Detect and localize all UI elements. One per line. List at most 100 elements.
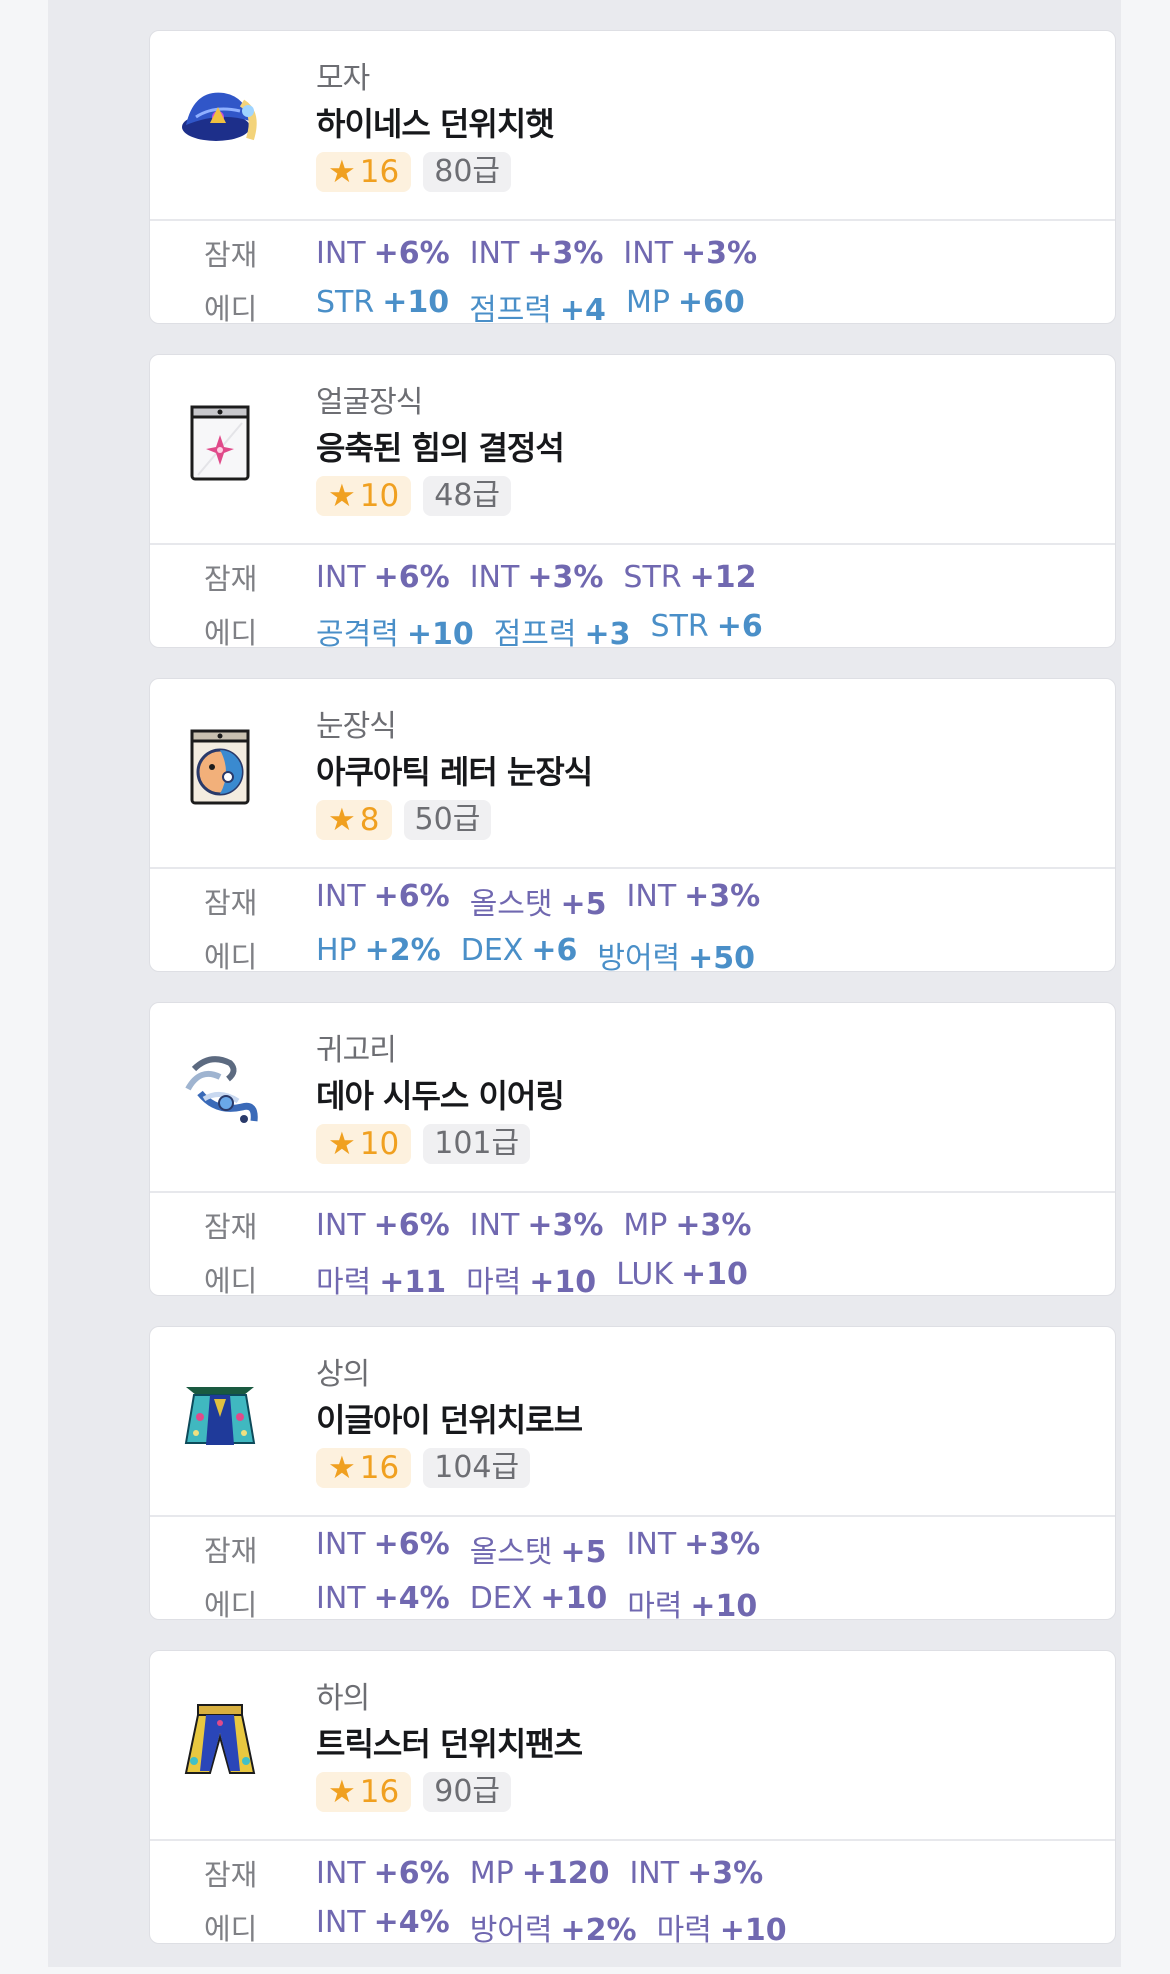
potential-label: 잠재: [204, 886, 258, 920]
earring-icon: [180, 1049, 260, 1133]
starforce-badge: ★ 16: [316, 1448, 412, 1488]
starforce-badge: ★ 16: [316, 1772, 412, 1812]
slot-label: 얼굴장식: [316, 385, 423, 420]
additional-row: 에디 마력 +11 마력 +10 LUK +10: [150, 1257, 1115, 1296]
potential-option: 올스탯 +5: [469, 1535, 607, 1570]
star-count: 8: [359, 802, 380, 838]
equipment-card-face-accessory[interactable]: 얼굴장식 응축된 힘의 결정석 ★ 10 48급 잠재 INT +6% INT +3…: [149, 354, 1116, 648]
potential-label: 잠재: [204, 562, 258, 596]
card-header: 눈장식 아쿠아틱 레터 눈장식 ★ 8 50급: [150, 679, 1115, 869]
level-badge: 101급: [423, 1124, 531, 1164]
potential-label: 잠재: [204, 1858, 258, 1892]
additional-label: 에디: [204, 292, 258, 324]
level-badge: 90급: [423, 1772, 512, 1812]
additional-label: 에디: [204, 1264, 258, 1296]
additional-label: 에디: [204, 1912, 258, 1944]
level-badge: 80급: [423, 152, 512, 192]
potential-option: INT +3%: [626, 879, 761, 914]
additional-option: INT +4%: [316, 1581, 450, 1616]
equipment-card-eye-accessory[interactable]: 눈장식 아쿠아틱 레터 눈장식 ★ 8 50급 잠재 INT +6% 올스탯 +5 …: [149, 678, 1116, 972]
slot-label: 눈장식: [316, 709, 397, 744]
card-header: 하의 트릭스터 던위치팬츠 ★ 16 90급: [150, 1651, 1115, 1841]
star-count: 16: [359, 1774, 400, 1810]
card-header: 얼굴장식 응축된 힘의 결정석 ★ 10 48급: [150, 355, 1115, 545]
additional-option: 방어력 +50: [597, 941, 756, 972]
potential-option: MP +3%: [623, 1207, 752, 1243]
starforce-badge: ★ 16: [316, 152, 412, 192]
equipment-card-bottom[interactable]: 하의 트릭스터 던위치팬츠 ★ 16 90급 잠재 INT +6% MP +120 …: [149, 1650, 1116, 1944]
item-name: 아쿠아틱 레터 눈장식: [316, 753, 593, 791]
starforce-badge: ★ 10: [316, 1124, 412, 1164]
potential-row: 잠재 INT +6% INT +3% INT +3%: [150, 233, 1115, 273]
robe-icon: [180, 1373, 260, 1457]
additional-row: 에디 INT +4% DEX +10 마력 +10: [150, 1581, 1115, 1620]
additional-label: 에디: [204, 1588, 258, 1620]
card-header: 상의 이글아이 던위치로브 ★ 16 104급: [150, 1327, 1115, 1517]
additional-option: 마력 +10: [627, 1589, 758, 1620]
additional-option: STR +6: [650, 609, 763, 644]
additional-option: 점프력 +4: [469, 293, 606, 324]
additional-option: DEX +6: [460, 933, 578, 968]
wizard-hat-icon: [180, 77, 260, 161]
additional-row: 에디 INT +4% 방어력 +2% 마력 +10: [150, 1905, 1115, 1944]
crystal-card-icon: [180, 401, 260, 485]
equipment-card-earring[interactable]: 귀고리 데아 시두스 이어링 ★ 10 101급 잠재 INT +6% INT +3…: [149, 1002, 1116, 1296]
potential-option: INT +6%: [316, 1855, 450, 1891]
potential-label: 잠재: [204, 1534, 258, 1568]
slot-label: 상의: [316, 1357, 370, 1392]
potential-option: INT +6%: [316, 559, 450, 595]
potential-row: 잠재 INT +6% 올스탯 +5 INT +3%: [150, 1527, 1115, 1570]
content-column: 모자 하이네스 던위치햇 ★ 16 80급 잠재 INT +6% INT +3% I…: [48, 0, 1121, 1967]
potential-option: INT +3%: [469, 1207, 604, 1243]
level-badge: 50급: [403, 800, 492, 840]
additional-option: DEX +10: [469, 1581, 608, 1616]
level-badge: 48급: [423, 476, 512, 516]
additional-option: MP +60: [625, 285, 745, 320]
slot-label: 하의: [316, 1681, 370, 1716]
additional-option: 마력 +10: [656, 1913, 787, 1944]
starforce-badge: ★ 10: [316, 476, 412, 516]
additional-option: 방어력 +2%: [469, 1913, 637, 1944]
potential-row: 잠재 INT +6% INT +3% MP +3%: [150, 1205, 1115, 1245]
potential-option: INT +6%: [316, 235, 450, 271]
star-count: 10: [359, 1126, 400, 1162]
slot-label: 귀고리: [316, 1033, 397, 1068]
additional-row: 에디 HP +2% DEX +6 방어력 +50: [150, 933, 1115, 972]
card-header: 귀고리 데아 시두스 이어링 ★ 10 101급: [150, 1003, 1115, 1193]
star-icon: ★: [328, 1450, 356, 1486]
additional-label: 에디: [204, 616, 258, 648]
additional-option: 마력 +11: [316, 1265, 447, 1296]
potential-option: INT +3%: [623, 235, 758, 271]
additional-option: 공격력 +10: [316, 617, 474, 648]
potential-option: INT +3%: [469, 235, 604, 271]
aquatic-letter-icon: [180, 725, 260, 809]
additional-option: STR +10: [316, 285, 450, 320]
potential-option: INT +6%: [316, 1527, 450, 1562]
star-count: 10: [359, 478, 400, 514]
potential-option: INT +3%: [629, 1855, 764, 1891]
item-name: 트릭스터 던위치팬츠: [316, 1725, 583, 1763]
potential-option: MP +120: [469, 1855, 610, 1891]
star-count: 16: [359, 154, 400, 190]
additional-option: LUK +10: [616, 1257, 748, 1292]
star-icon: ★: [328, 802, 356, 838]
potential-label: 잠재: [204, 1210, 258, 1244]
potential-option: INT +3%: [469, 559, 604, 595]
starforce-badge: ★ 8: [316, 800, 392, 840]
level-badge: 104급: [423, 1448, 531, 1488]
star-icon: ★: [328, 154, 356, 190]
equipment-card-top[interactable]: 상의 이글아이 던위치로브 ★ 16 104급 잠재 INT +6% 올스탯 +5 …: [149, 1326, 1116, 1620]
potential-option: INT +6%: [316, 1207, 450, 1243]
pants-icon: [180, 1697, 260, 1781]
star-icon: ★: [328, 1126, 356, 1162]
star-icon: ★: [328, 1774, 356, 1810]
item-name: 하이네스 던위치햇: [316, 105, 555, 143]
potential-option: 올스탯 +5: [469, 887, 607, 922]
star-count: 16: [359, 1450, 400, 1486]
potential-option: STR +12: [623, 559, 757, 595]
item-name: 응축된 힘의 결정석: [316, 429, 565, 467]
equipment-card-hat[interactable]: 모자 하이네스 던위치햇 ★ 16 80급 잠재 INT +6% INT +3% I…: [149, 30, 1116, 324]
potential-option: INT +6%: [316, 879, 450, 914]
additional-option: 점프력 +3: [493, 617, 631, 648]
additional-option: HP +2%: [316, 933, 441, 968]
